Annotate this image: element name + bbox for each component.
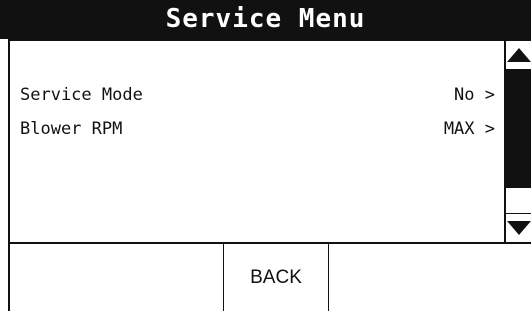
menu-item-blower-rpm[interactable]: Blower RPM MAX > xyxy=(20,115,495,143)
back-button[interactable]: BACK xyxy=(223,244,329,311)
triangle-down-icon xyxy=(506,221,531,235)
menu-item-service-mode[interactable]: Service Mode No > xyxy=(20,81,495,109)
menu-list: Service Mode No > Blower RPM MAX > xyxy=(8,39,531,244)
scroll-thumb[interactable] xyxy=(506,70,531,188)
page-title: Service Menu xyxy=(0,0,531,39)
menu-item-label: Blower RPM xyxy=(20,119,123,139)
menu-item-value: No > xyxy=(454,85,495,105)
right-softkey-button[interactable] xyxy=(329,244,531,311)
menu-item-value: MAX > xyxy=(443,119,495,139)
triangle-up-icon xyxy=(506,48,531,62)
left-softkey-button[interactable] xyxy=(10,244,223,311)
scroll-up-button[interactable] xyxy=(506,41,531,70)
button-bar: BACK xyxy=(8,244,531,311)
scrollbar[interactable] xyxy=(504,41,531,242)
service-menu-screen: Service Menu Service Mode No > Blower RP… xyxy=(0,0,531,311)
menu-item-label: Service Mode xyxy=(20,85,143,105)
scroll-down-button[interactable] xyxy=(506,213,531,242)
